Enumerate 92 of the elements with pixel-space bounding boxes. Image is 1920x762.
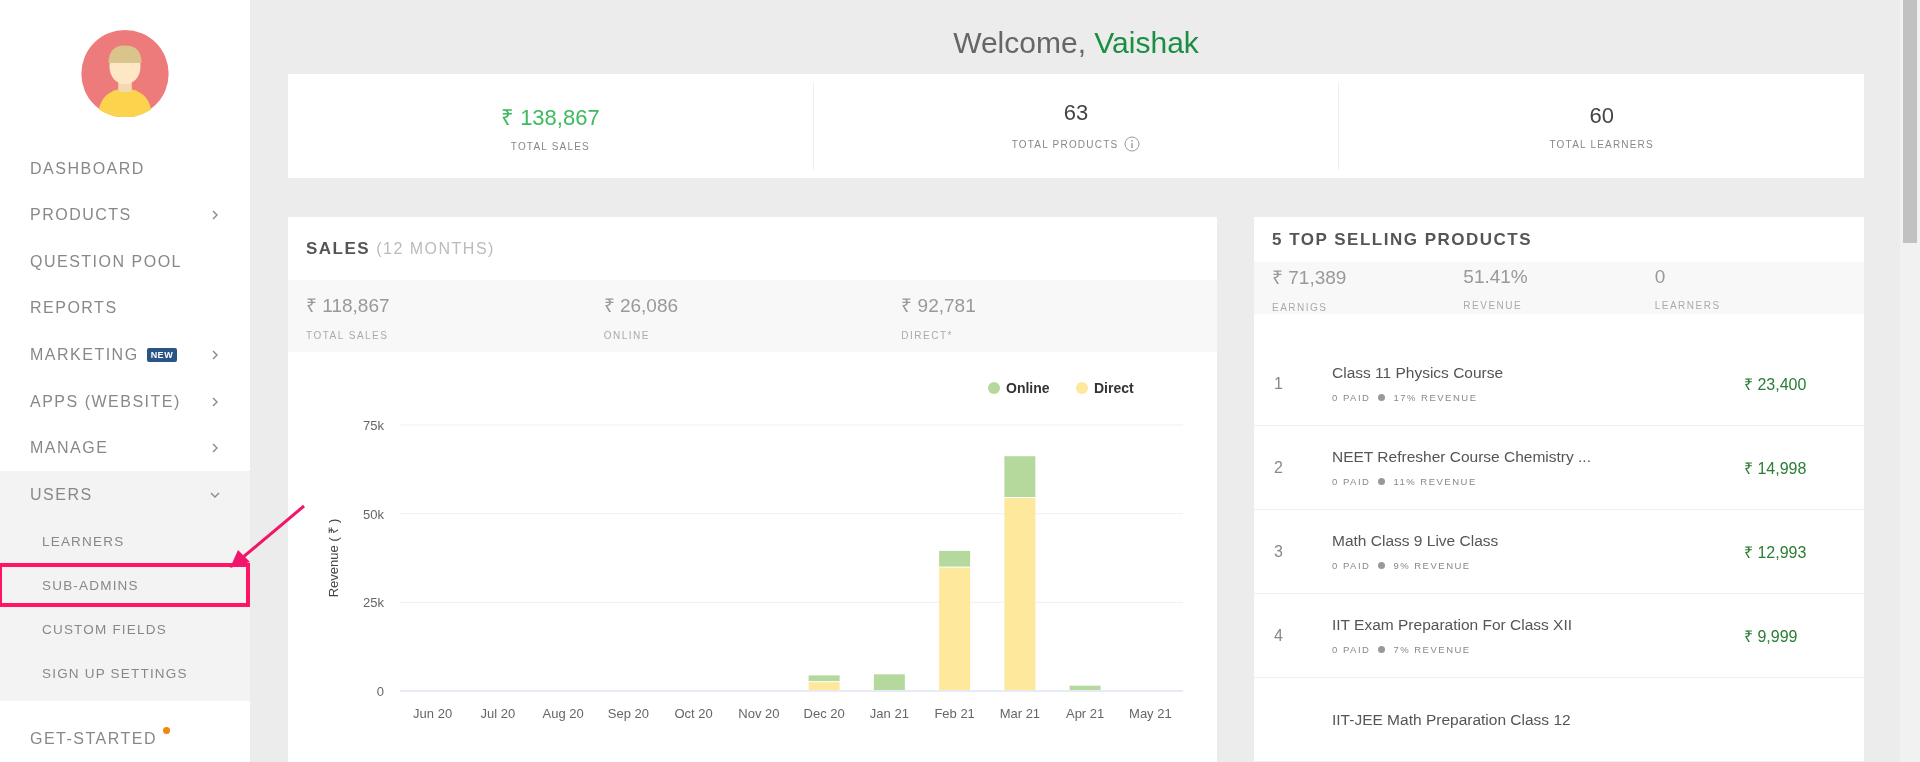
stat-value: ₹ 118,867 [306, 293, 391, 318]
stat-value: 60 [1589, 102, 1614, 129]
product-earnings: ₹ 14,998 [1744, 458, 1808, 479]
rank-number: 2 [1274, 458, 1284, 477]
x-tick-label: Sep 20 [607, 706, 649, 721]
panel-title: SALES [306, 238, 371, 259]
x-tick-label: Dec 20 [803, 706, 845, 721]
legend-item[interactable]: Direct [1076, 380, 1134, 396]
revenue-share: 17% REVENUE [1393, 392, 1478, 403]
sidebar-item[interactable]: GET-STARTED [0, 715, 250, 762]
chart-bar [1069, 685, 1101, 690]
product-earnings: ₹ 12,993 [1744, 542, 1808, 563]
product-name[interactable]: NEET Refresher Course Chemistry ... [1332, 448, 1744, 466]
x-tick-label: Oct 20 [674, 706, 713, 721]
paid-count: 0 PAID [1332, 392, 1371, 403]
stat-value: 51.41% [1463, 265, 1529, 288]
bullet-icon [1378, 394, 1386, 401]
chevron-right-icon [210, 443, 220, 454]
submenu-item[interactable]: SIGN UP SETTINGS [0, 651, 250, 696]
y-tick-label: 50k [363, 506, 384, 522]
scrollbar[interactable] [1900, 0, 1920, 762]
sidebar-item[interactable]: DASHBOARD [0, 145, 250, 192]
stat-value: ₹ 138,867 [501, 103, 600, 131]
x-tick-label: May 21 [1129, 706, 1172, 721]
bullet-icon [1378, 478, 1386, 485]
panel-title: 5 TOP SELLING PRODUCTS [1272, 229, 1533, 250]
stat-label: TOTAL SALES [510, 140, 590, 152]
stat-value: ₹ 71,389 [1272, 265, 1348, 290]
sidebar-item[interactable]: USERS [0, 471, 250, 520]
bullet-icon [1378, 646, 1386, 653]
stat-value: ₹ 92,781 [901, 293, 977, 318]
stat-label: EARNIGS [1272, 301, 1329, 313]
legend-label: Direct [1094, 380, 1135, 396]
chevron-right-icon [210, 349, 220, 360]
y-axis-title: Revenue ( ₹ ) [326, 518, 341, 598]
chart-bar [873, 674, 905, 690]
y-tick-label: 0 [376, 684, 384, 699]
avatar-icon [80, 30, 170, 118]
rank-number: 4 [1274, 626, 1284, 645]
stat-value: 63 [1063, 100, 1089, 126]
revenue-share: 7% REVENUE [1393, 644, 1471, 655]
sidebar-item[interactable]: REPORTS [0, 285, 250, 332]
sidebar-item[interactable]: MARKETING NEW [0, 331, 250, 379]
info-icon[interactable] [1124, 136, 1141, 152]
new-badge: NEW [146, 347, 178, 362]
y-tick-label: 25k [363, 595, 384, 611]
x-tick-label: Jul 20 [480, 706, 516, 721]
paid-count: 0 PAID [1332, 644, 1371, 655]
rank-number: 1 [1274, 374, 1284, 393]
legend-item[interactable]: Online [988, 380, 1050, 396]
product-earnings: ₹ 23,400 [1744, 374, 1808, 395]
paid-count: 0 PAID [1332, 560, 1371, 571]
legend-label: Online [1006, 380, 1050, 396]
revenue-share: 9% REVENUE [1393, 560, 1471, 571]
panel-subtitle: (12 MONTHS) [376, 239, 495, 258]
x-tick-label: Mar 21 [999, 706, 1041, 721]
welcome-heading: Welcome, Vaishak [952, 26, 1200, 60]
x-tick-label: Nov 20 [738, 706, 780, 721]
sidebar-item[interactable]: APPS (WEBSITE) [0, 378, 250, 425]
revenue-share: 11% REVENUE [1393, 476, 1477, 487]
product-earnings: ₹ 9,999 [1744, 626, 1799, 647]
sidebar-item[interactable]: PRODUCTS [0, 191, 250, 239]
product-name[interactable]: Class 11 Physics Course [1332, 364, 1744, 382]
stat-label: ONLINE [603, 329, 651, 341]
submenu-item[interactable]: LEARNERS [0, 519, 250, 564]
stat-value: ₹ 26,086 [603, 293, 680, 318]
x-tick-label: Jun 20 [413, 706, 453, 721]
stat-label: DIRECT* [901, 329, 954, 341]
bullet-icon [1378, 562, 1386, 569]
stat-label: LEARNERS [1654, 299, 1722, 311]
chevron-right-icon [210, 396, 220, 407]
scrollbar-thumb[interactable] [1903, 0, 1917, 243]
x-tick-label: Aug 20 [542, 706, 584, 721]
stat-label: TOTAL SALES [306, 329, 390, 341]
submenu-item[interactable]: CUSTOM FIELDS [0, 607, 250, 652]
x-tick-label: Apr 21 [1065, 706, 1105, 721]
paid-count: 0 PAID [1332, 476, 1371, 487]
y-tick-label: 75k [363, 418, 384, 433]
product-name[interactable]: IIT Exam Preparation For Class XII [1332, 616, 1744, 634]
stat-label: TOTAL PRODUCTS [1011, 138, 1119, 150]
chevron-right-icon [210, 210, 220, 221]
product-name[interactable]: Math Class 9 Live Class [1332, 532, 1744, 550]
stat-label: TOTAL LEARNERS [1549, 138, 1654, 150]
product-name[interactable]: IIT-JEE Math Preparation Class 12 [1332, 710, 1744, 729]
sidebar-item[interactable]: QUESTION POOL [0, 238, 250, 286]
x-tick-label: Feb 21 [934, 706, 975, 721]
stat-value: 0 [1654, 265, 1667, 288]
rank-number: 3 [1274, 542, 1284, 561]
x-tick-label: Jan 21 [869, 706, 909, 721]
submenu-item[interactable]: SUB-ADMINS [0, 563, 250, 608]
stat-label: REVENUE [1463, 299, 1524, 311]
sidebar-item[interactable]: MANAGE [0, 424, 250, 472]
